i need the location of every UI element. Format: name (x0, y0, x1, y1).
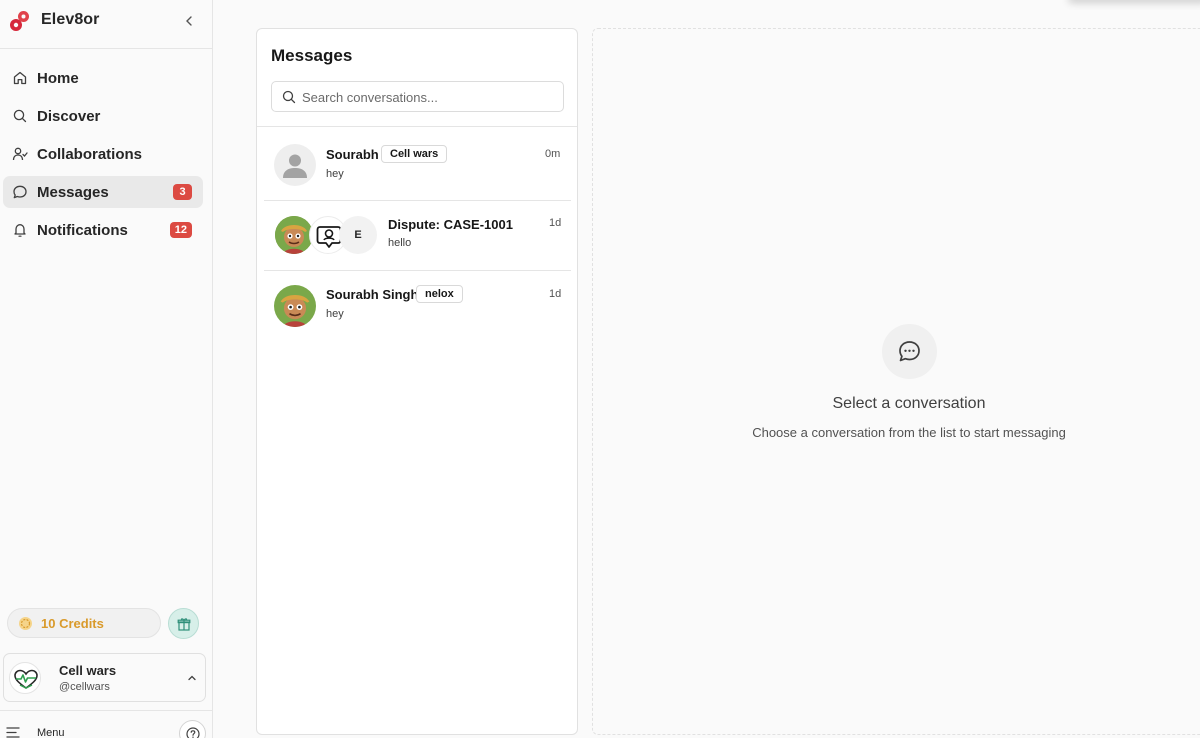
empty-state-title: Select a conversation (832, 395, 986, 412)
initial-avatar: E (339, 216, 377, 254)
app-name: Elev8or (41, 11, 100, 28)
help-button[interactable] (179, 720, 206, 738)
cartoon-avatar (274, 285, 316, 327)
cartoon-face-icon (275, 216, 313, 254)
sidebar-item-home[interactable]: Home (3, 62, 203, 94)
conversation-name: Dispute: CASE-1001 (388, 217, 513, 232)
conversation-detail-pane: Select a conversation Choose a conversat… (592, 28, 1200, 735)
heart-logo-icon (14, 669, 38, 689)
cartoon-avatar (275, 216, 313, 254)
rewards-button[interactable] (168, 608, 199, 639)
search-icon (13, 109, 27, 123)
conversation-name: Sourabh (326, 147, 379, 162)
notification-badge: 12 (169, 222, 192, 238)
sidebar-nav: Home Discover Collaborations Messages 3 (3, 62, 203, 252)
help-icon (186, 727, 200, 738)
menu-icon[interactable] (6, 725, 22, 738)
search-box[interactable] (271, 81, 564, 112)
account-switcher[interactable]: Cell wars @cellwars (3, 653, 206, 702)
conversation-item[interactable]: E Dispute: CASE-1001 hello 1d (264, 200, 571, 270)
page-title: Messages (271, 46, 353, 65)
conversation-name: Sourabh Singh (326, 287, 419, 302)
divider (257, 126, 577, 127)
conversation-time: 1d (549, 288, 562, 300)
placeholder-avatar (274, 144, 316, 186)
conversation-item[interactable]: Sourabh Cell wars hey 0m (264, 133, 571, 203)
chevron-up-icon (188, 675, 196, 681)
conversation-preview: hey (326, 168, 344, 180)
conversation-list-panel: Messages Sourabh Cell wars hey 0m (256, 28, 578, 735)
user-silhouette-icon (283, 154, 307, 178)
credits-button[interactable]: 10 Credits (7, 608, 161, 638)
sidebar-item-messages[interactable]: Messages 3 (3, 176, 203, 208)
collapse-sidebar-icon[interactable] (180, 12, 198, 30)
sidebar-item-label: Collaborations (37, 146, 143, 163)
profile-handle: @cellwars (59, 681, 110, 693)
conversation-tag: nelox (416, 285, 463, 303)
cartoon-face-icon (274, 285, 316, 327)
sidebar-item-collaborations[interactable]: Collaborations (3, 138, 203, 170)
credits-label: 10 Credits (41, 616, 104, 631)
conversation-time: 0m (545, 148, 561, 160)
sidebar-item-label: Notifications (37, 222, 128, 239)
avatar (9, 662, 41, 694)
conversation-preview: hello (388, 237, 412, 249)
sidebar-item-label: Messages (37, 184, 109, 201)
unread-badge: 3 (173, 184, 192, 200)
menu-label[interactable]: Menu (37, 727, 65, 738)
sidebar-item-label: Discover (37, 108, 101, 125)
message-icon (13, 185, 27, 199)
conversation-tag: Cell wars (381, 145, 448, 163)
divider (0, 710, 213, 711)
conversation-preview: hey (326, 308, 344, 320)
bell-icon (14, 224, 26, 237)
brand-header: Elev8or (0, 0, 213, 49)
sidebar: Elev8or Home Discover Collaborations Mes… (0, 0, 213, 738)
search-icon (282, 90, 296, 104)
empty-state-subtitle: Choose a conversation from the list to s… (752, 425, 1066, 440)
sidebar-item-discover[interactable]: Discover (3, 100, 203, 132)
gift-icon (177, 618, 191, 631)
sidebar-item-notifications[interactable]: Notifications 12 (3, 214, 203, 246)
elev8or-logo-icon[interactable] (9, 10, 31, 32)
chat-bubble-icon (899, 341, 920, 362)
profile-name: Cell wars (59, 663, 117, 678)
empty-state-icon-wrapper (882, 324, 937, 379)
conversation-item[interactable]: Sourabh Singh nelox hey 1d (264, 270, 571, 340)
sidebar-item-label: Home (37, 70, 79, 87)
coin-icon (19, 617, 32, 630)
search-input[interactable] (302, 87, 552, 107)
users-icon (12, 147, 28, 161)
home-icon (13, 71, 27, 85)
conversation-time: 1d (549, 217, 562, 229)
